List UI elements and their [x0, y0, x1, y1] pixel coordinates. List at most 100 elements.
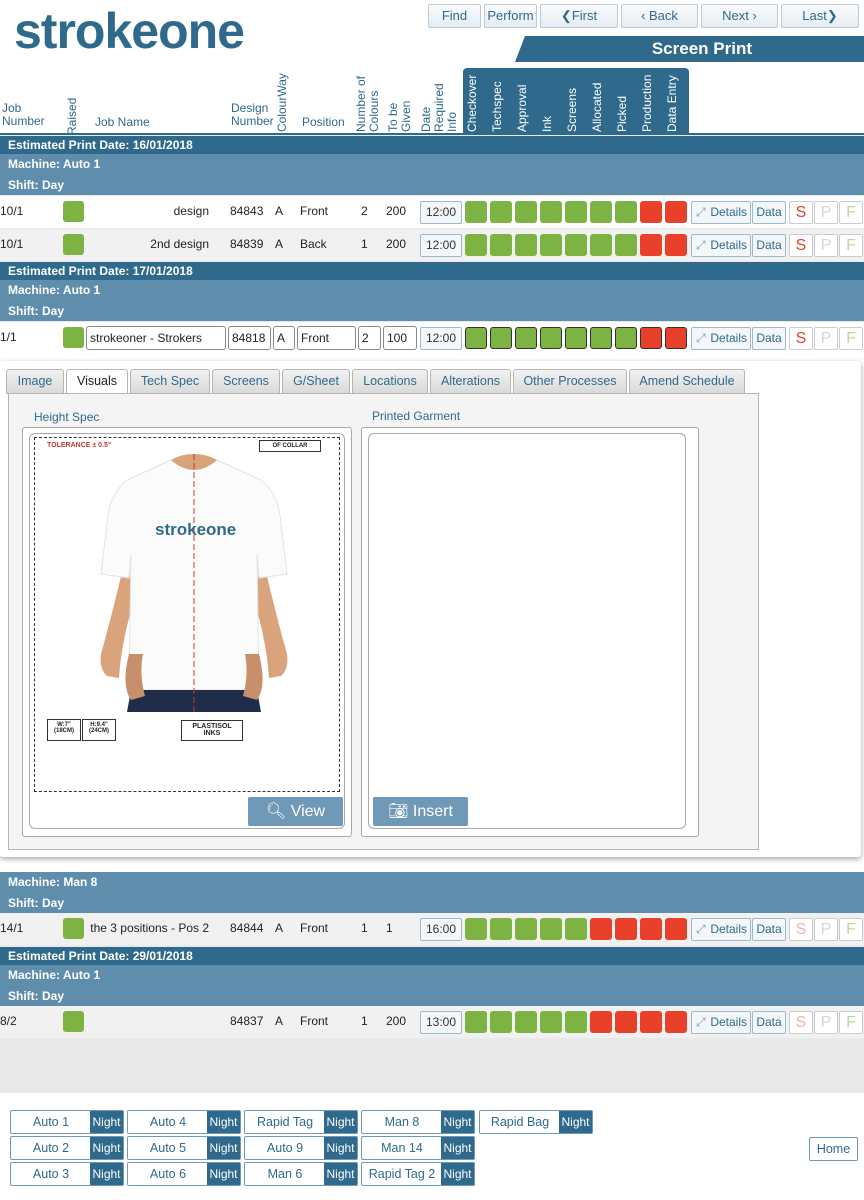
status-indicator[interactable] — [465, 201, 487, 223]
status-indicator[interactable] — [640, 201, 662, 223]
p-button[interactable]: P — [814, 1011, 838, 1034]
status-indicator[interactable] — [615, 918, 637, 940]
status-indicator[interactable] — [465, 1011, 487, 1033]
s-button[interactable]: S — [789, 201, 813, 224]
status-indicator[interactable] — [665, 1011, 687, 1033]
tab-g-sheet[interactable]: G/Sheet — [282, 369, 350, 394]
data-button[interactable]: Data — [752, 234, 786, 257]
status-indicator[interactable] — [490, 918, 512, 940]
time-field[interactable]: 12:00 — [420, 234, 462, 257]
night-toggle[interactable]: Night — [324, 1111, 357, 1133]
status-indicator[interactable] — [615, 201, 637, 223]
tab-visuals[interactable]: Visuals — [66, 369, 128, 394]
machine-button[interactable]: Man 6 Night — [244, 1162, 358, 1186]
status-indicator[interactable] — [665, 234, 687, 256]
time-field[interactable]: 12:00 — [420, 201, 462, 224]
time-field[interactable]: 12:00 — [420, 327, 462, 350]
p-button[interactable]: P — [814, 327, 838, 350]
status-indicator[interactable] — [565, 918, 587, 940]
night-toggle[interactable]: Night — [90, 1111, 123, 1133]
details-button[interactable]: Details — [691, 918, 751, 941]
details-button[interactable]: Details — [691, 1011, 751, 1034]
tab-tech-spec[interactable]: Tech Spec — [130, 369, 210, 394]
machine-button[interactable]: Rapid Bag Night — [479, 1110, 593, 1134]
status-indicator[interactable] — [640, 918, 662, 940]
night-toggle[interactable]: Night — [441, 1163, 474, 1185]
insert-button[interactable]: 📷︎ Insert — [373, 797, 468, 826]
status-indicator[interactable] — [515, 1011, 537, 1033]
status-indicator[interactable] — [640, 1011, 662, 1033]
status-indicator[interactable] — [465, 234, 487, 256]
status-indicator[interactable] — [590, 918, 612, 940]
status-indicator[interactable] — [540, 918, 562, 940]
machine-button[interactable]: Rapid Tag 2 Night — [361, 1162, 475, 1186]
status-indicator[interactable] — [640, 234, 662, 256]
status-indicator[interactable] — [665, 201, 687, 223]
s-button[interactable]: S — [789, 327, 813, 350]
f-button[interactable]: F — [839, 918, 863, 941]
tab-amend-schedule[interactable]: Amend Schedule — [629, 369, 745, 394]
data-button[interactable]: Data — [752, 918, 786, 941]
status-indicator[interactable] — [515, 918, 537, 940]
status-indicator[interactable] — [490, 327, 512, 349]
status-indicator[interactable] — [640, 327, 662, 349]
status-indicator[interactable] — [540, 327, 562, 349]
machine-button[interactable]: Auto 2 Night — [10, 1136, 124, 1160]
design-number-field[interactable]: 84818 — [228, 326, 271, 350]
f-button[interactable]: F — [839, 234, 863, 257]
s-button[interactable]: S — [789, 1011, 813, 1034]
data-button[interactable]: Data — [752, 327, 786, 350]
status-indicator[interactable] — [615, 1011, 637, 1033]
night-toggle[interactable]: Night — [324, 1163, 357, 1185]
status-indicator[interactable] — [590, 1011, 612, 1033]
f-button[interactable]: F — [839, 201, 863, 224]
p-button[interactable]: P — [814, 201, 838, 224]
tab-alterations[interactable]: Alterations — [430, 369, 511, 394]
table-row[interactable]: 14/1 the 3 positions - Pos 2 84844 A Front 1 1… — [0, 913, 864, 945]
status-indicator[interactable] — [490, 1011, 512, 1033]
status-indicator[interactable] — [540, 201, 562, 223]
f-button[interactable]: F — [839, 327, 863, 350]
position-field[interactable]: Front — [297, 326, 356, 350]
status-indicator[interactable] — [515, 201, 537, 223]
machine-button[interactable]: Man 14 Night — [361, 1136, 475, 1160]
night-toggle[interactable]: Night — [90, 1137, 123, 1159]
machine-button[interactable]: Auto 4 Night — [127, 1110, 241, 1134]
s-button[interactable]: S — [789, 918, 813, 941]
table-row[interactable]: 10/1 2nd design 84839 A Back 1 200 12:00 Details… — [0, 229, 864, 261]
p-button[interactable]: P — [814, 234, 838, 257]
time-field[interactable]: 16:00 — [420, 918, 462, 941]
table-row[interactable]: 8/2 84837 A Front 1 200 13:00 DetailsDataSPF — [0, 1006, 864, 1038]
status-indicator[interactable] — [490, 234, 512, 256]
job-name-field[interactable]: strokeoner - Strokers — [86, 326, 226, 350]
last-button[interactable]: Last❯ — [781, 4, 859, 28]
status-indicator[interactable] — [565, 201, 587, 223]
details-button[interactable]: Details — [691, 327, 751, 350]
night-toggle[interactable]: Night — [441, 1111, 474, 1133]
back-button[interactable]: ‹ Back — [621, 4, 698, 28]
tab-other-processes[interactable]: Other Processes — [513, 369, 627, 394]
to-be-given-field[interactable]: 100 — [383, 326, 417, 350]
status-indicator[interactable] — [615, 234, 637, 256]
night-toggle[interactable]: Night — [207, 1111, 240, 1133]
night-toggle[interactable]: Night — [207, 1163, 240, 1185]
table-row[interactable]: 10/1 design 84843 A Front 2 200 12:00 DetailsDat… — [0, 196, 864, 228]
next-button[interactable]: Next › — [701, 4, 778, 28]
perform-button[interactable]: Perform — [484, 4, 537, 28]
table-row[interactable]: 1/1 strokeoner - Strokers 84818 A Front 2 100 1… — [0, 322, 864, 354]
status-indicator[interactable] — [590, 327, 612, 349]
status-indicator[interactable] — [540, 234, 562, 256]
night-toggle[interactable]: Night — [441, 1137, 474, 1159]
details-button[interactable]: Details — [691, 234, 751, 257]
night-toggle[interactable]: Night — [207, 1137, 240, 1159]
machine-button[interactable]: Auto 3 Night — [10, 1162, 124, 1186]
status-indicator[interactable] — [590, 234, 612, 256]
night-toggle[interactable]: Night — [90, 1163, 123, 1185]
colourway-field[interactable]: A — [273, 326, 295, 350]
f-button[interactable]: F — [839, 1011, 863, 1034]
status-indicator[interactable] — [665, 918, 687, 940]
s-button[interactable]: S — [789, 234, 813, 257]
status-indicator[interactable] — [465, 918, 487, 940]
data-button[interactable]: Data — [752, 1011, 786, 1034]
machine-button[interactable]: Man 8 Night — [361, 1110, 475, 1134]
